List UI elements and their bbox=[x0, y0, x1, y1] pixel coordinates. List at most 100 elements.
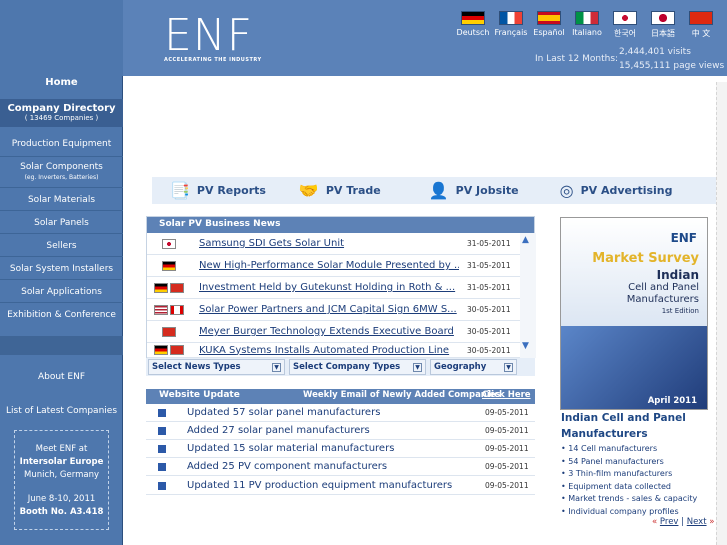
page-views-count: 15,455,111 page views bbox=[619, 61, 725, 71]
news-title-link[interactable]: Investment Held by Gutekunst Holding in … bbox=[191, 282, 459, 293]
update-text: Updated 11 PV production equipment manuf… bbox=[187, 480, 453, 491]
news-filter-bar: Select News Types ▼ Select Company Types… bbox=[146, 358, 535, 376]
lang-francais[interactable]: Français bbox=[493, 11, 529, 39]
news-row[interactable]: Meyer Burger Technology Extends Executiv… bbox=[147, 321, 520, 343]
germany-flag-icon bbox=[162, 260, 176, 271]
japan-flag-icon bbox=[651, 11, 675, 25]
select-label: Select News Types bbox=[152, 362, 241, 372]
news-date: 31-05-2011 bbox=[467, 261, 511, 270]
nav-solar-components-note: (eg. Inverters, Batteries) bbox=[24, 174, 99, 181]
intersolar-promo[interactable]: Meet ENF at Intersolar Europe Munich, Ge… bbox=[14, 430, 109, 530]
germany-flag-icon bbox=[154, 345, 168, 355]
china-flag-icon bbox=[689, 11, 713, 25]
news-title-link[interactable]: Samsung SDI Gets Solar Unit bbox=[191, 238, 459, 249]
update-text: Updated 57 solar panel manufacturers bbox=[187, 407, 381, 418]
news-title-link[interactable]: New High-Performance Solar Module Presen… bbox=[191, 260, 459, 271]
news-title-link[interactable]: Meyer Burger Technology Extends Executiv… bbox=[191, 326, 459, 337]
news-row[interactable]: Investment Held by Gutekunst Holding in … bbox=[147, 277, 520, 299]
sidebar-band bbox=[0, 336, 123, 355]
visits-count: 2,444,401 visits bbox=[619, 47, 691, 57]
spain-flag-icon bbox=[537, 11, 561, 25]
person-icon: 👤 bbox=[428, 181, 449, 200]
lang-chinese[interactable]: 中 文 bbox=[683, 11, 719, 39]
update-row[interactable]: Updated 11 PV production equipment manuf… bbox=[146, 477, 535, 495]
ad-line2: Indian bbox=[656, 268, 699, 282]
prev-link[interactable]: Prev bbox=[660, 517, 679, 527]
lang-label: Español bbox=[533, 28, 565, 37]
company-type-select[interactable]: Select Company Types ▼ bbox=[289, 359, 426, 375]
lang-label: 한국어 bbox=[613, 29, 637, 38]
weekly-email-label: Weekly Email of Newly Added Companies bbox=[303, 390, 501, 400]
ad-title[interactable]: Indian Cell and Panel Manufacturers bbox=[561, 410, 711, 442]
nav-home[interactable]: Home bbox=[0, 77, 123, 88]
update-date: 09-05-2011 bbox=[485, 462, 529, 471]
stats-label: In Last 12 Months: bbox=[535, 54, 619, 64]
nav-company-directory[interactable]: Company Directory ( 13469 Companies ) bbox=[0, 99, 123, 127]
lang-deutsch[interactable]: Deutsch bbox=[455, 11, 491, 39]
pagination-separator: | bbox=[681, 517, 685, 527]
geography-select[interactable]: Geography ▼ bbox=[430, 359, 517, 375]
click-here-link[interactable]: Click Here bbox=[482, 390, 531, 400]
meet-dates: June 8-10, 2011 bbox=[27, 494, 96, 504]
pv-trade-link[interactable]: 🤝 PV Trade bbox=[299, 181, 381, 200]
nav-separator bbox=[0, 256, 123, 257]
france-flag-icon bbox=[499, 11, 523, 25]
market-survey-ad[interactable]: ENF Market Survey Indian Cell and Panel … bbox=[560, 217, 708, 410]
next-link[interactable]: Next bbox=[687, 517, 707, 527]
news-row[interactable]: KUKA Systems Installs Automated Producti… bbox=[147, 343, 520, 358]
nav-separator bbox=[0, 187, 123, 188]
news-title-link[interactable]: KUKA Systems Installs Automated Producti… bbox=[191, 345, 459, 356]
nav-solar-materials[interactable]: Solar Materials bbox=[0, 195, 123, 205]
nav-production-equipment[interactable]: Production Equipment bbox=[0, 139, 123, 149]
nav-latest-companies[interactable]: List of Latest Companies bbox=[0, 406, 123, 416]
update-row[interactable]: Added 25 PV component manufacturers 09-0… bbox=[146, 458, 535, 476]
pv-reports-link[interactable]: 📑 PV Reports bbox=[170, 181, 266, 200]
lang-espanol[interactable]: Español bbox=[531, 11, 567, 39]
news-row[interactable]: Solar Power Partners and JCM Capital Sig… bbox=[147, 299, 520, 321]
italy-flag-icon bbox=[575, 11, 599, 25]
news-scrollbar[interactable]: ▲ ▼ + bbox=[520, 233, 536, 368]
germany-flag-icon bbox=[461, 11, 485, 25]
pv-link-label: PV Trade bbox=[325, 184, 381, 197]
update-date: 09-05-2011 bbox=[485, 408, 529, 417]
news-row[interactable]: Samsung SDI Gets Solar Unit 31-05-2011 bbox=[147, 233, 520, 255]
ad-line5: 1st Edition bbox=[661, 307, 699, 315]
pv-link-label: PV Reports bbox=[196, 184, 266, 197]
news-panel: Solar PV Business News Samsung SDI Gets … bbox=[146, 216, 536, 373]
nav-solar-components[interactable]: Solar Components bbox=[0, 162, 123, 172]
pv-advertising-link[interactable]: ◎ PV Advertising bbox=[560, 181, 673, 200]
news-date: 30-05-2011 bbox=[467, 327, 511, 336]
ad-bullets: • 14 Cell manufacturers • 54 Panel manuf… bbox=[561, 443, 697, 518]
nav-solar-system-installers[interactable]: Solar System Installers bbox=[0, 264, 123, 274]
lang-korean[interactable]: 한국어 bbox=[607, 11, 643, 39]
scroll-up-icon[interactable]: ▲ bbox=[522, 235, 529, 245]
nav-solar-panels[interactable]: Solar Panels bbox=[0, 218, 123, 228]
logo-text: ENF bbox=[164, 10, 254, 61]
update-row[interactable]: Updated 57 solar panel manufacturers 09-… bbox=[146, 404, 535, 422]
broadcast-icon: ◎ bbox=[559, 181, 574, 200]
nav-exhibition-conference[interactable]: Exhibition & Conference bbox=[0, 310, 123, 320]
nav-separator bbox=[0, 302, 123, 303]
nav-sellers[interactable]: Sellers bbox=[0, 241, 123, 251]
update-row[interactable]: Added 27 solar panel manufacturers 09-05… bbox=[146, 422, 535, 440]
pv-link-label: PV Jobsite bbox=[455, 184, 519, 197]
update-date: 09-05-2011 bbox=[485, 426, 529, 435]
update-row[interactable]: Updated 15 solar material manufacturers … bbox=[146, 440, 535, 458]
ad-date: April 2011 bbox=[647, 396, 697, 406]
enf-logo[interactable]: ENF ACCELERATING THE INDUSTRY bbox=[164, 10, 262, 64]
nav-about-enf[interactable]: About ENF bbox=[0, 372, 123, 382]
lang-japanese[interactable]: 日本語 bbox=[645, 11, 681, 39]
news-title-link[interactable]: Solar Power Partners and JCM Capital Sig… bbox=[191, 304, 459, 315]
lang-italiano[interactable]: Italiano bbox=[569, 11, 605, 39]
meet-booth: Booth No. A3.418 bbox=[19, 507, 104, 517]
lang-label: Français bbox=[494, 28, 528, 37]
pv-jobsite-link[interactable]: 👤 PV Jobsite bbox=[429, 181, 519, 200]
lang-label: Deutsch bbox=[456, 28, 490, 37]
scroll-down-icon[interactable]: ▼ bbox=[522, 341, 529, 351]
news-type-select[interactable]: Select News Types ▼ bbox=[148, 359, 285, 375]
website-update-title: Website Update bbox=[159, 390, 240, 400]
news-row[interactable]: New High-Performance Solar Module Presen… bbox=[147, 255, 520, 277]
nav-solar-applications[interactable]: Solar Applications bbox=[0, 287, 123, 297]
usa-flag-icon bbox=[154, 304, 168, 315]
switzerland-flag-icon bbox=[170, 345, 184, 355]
